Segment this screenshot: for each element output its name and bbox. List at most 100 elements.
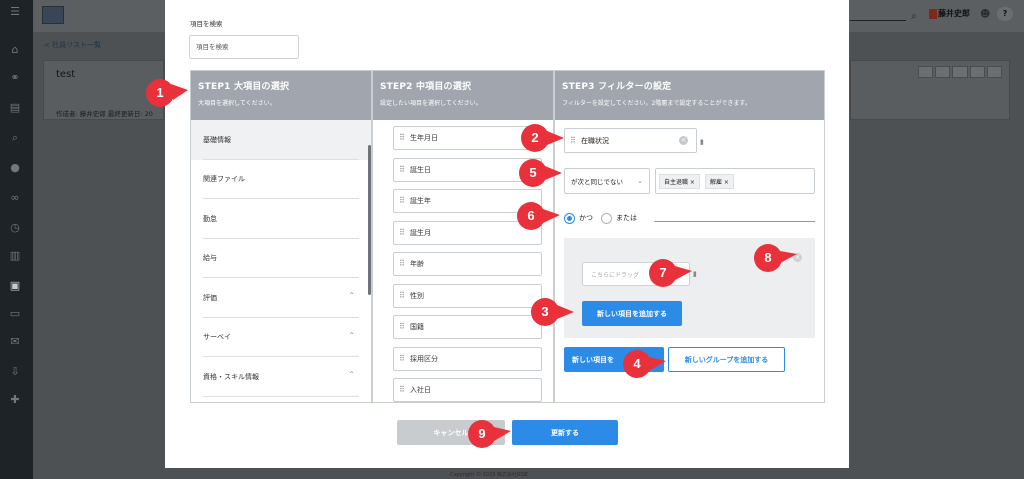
field-item[interactable]: ⠿ 採用区分 [393,346,542,371]
category-item[interactable]: サーベイ ⌃ [191,318,371,357]
clear-icon[interactable]: × [679,136,688,145]
field-item[interactable]: ⠿ 年齢 [393,252,542,276]
step3-title: STEP3 フィルターの設定 [562,82,672,92]
tool-button[interactable] [969,66,985,78]
clock-icon[interactable]: ◷ [8,222,22,234]
tool-button[interactable] [952,66,968,78]
record-title: test [56,69,76,80]
annotation-marker: 2 [520,123,564,153]
drag-handle-icon[interactable]: ⠿ [570,136,576,145]
condition-value: が次と同じでない [571,178,623,186]
logic-radio-group: かつ または [564,211,637,225]
back-link[interactable]: < 社員リスト一覧 [44,40,101,50]
chat-icon[interactable]: ● [8,162,22,174]
annotation-marker: 1 [145,78,188,108]
field-item[interactable]: ⠿ 性別 [393,283,542,308]
header-search-icon[interactable]: ⌕ [911,11,917,22]
category-label: 基礎情報 [203,135,231,144]
trash-icon[interactable]: ▮ [700,138,708,146]
drag-handle-icon[interactable]: ⠿ [399,197,405,205]
drag-handle-icon[interactable]: ⠿ [399,134,405,142]
annotation-marker: 4 [622,349,666,379]
chevron-up-icon[interactable]: ⌃ [348,370,355,379]
annotation-marker: 6 [516,201,560,231]
book-icon[interactable]: ▭ [8,308,22,320]
field-item[interactable]: ⠿ 国籍 [393,315,542,339]
value-tags[interactable]: 自主退職 × 解雇 × [655,168,815,194]
drag-handle-icon[interactable]: ⠿ [399,260,405,268]
menu-icon[interactable]: ☰ [8,6,22,18]
filter-field[interactable]: ⠿ 在職状況 × [564,128,697,153]
drag-handle-icon[interactable]: ⠿ [399,354,405,363]
step2-panel: STEP2 中項目の選択 設定したい項目を選択してください。 ⠿ 生年月日 ⠿ 誕生… [372,70,554,403]
step1-header: STEP1 大項目の選択 大項目を選択してください。 [191,71,371,120]
field-label: 国籍 [410,323,424,331]
add-group-button[interactable]: 新しいグループを追加する [668,347,785,372]
step1-subtitle: 大項目を選択してください。 [198,100,276,107]
update-button[interactable]: 更新する [512,420,618,445]
tool-button[interactable] [986,66,1003,78]
field-label: 誕生月 [410,228,431,237]
category-label: サーベイ [203,333,231,342]
step2-header: STEP2 中項目の選択 設定したい項目を選択してください。 [373,71,553,120]
mail-icon[interactable]: ✉ [8,336,22,348]
trash-icon[interactable]: ▮ [693,270,701,278]
category-label: 勤怠 [203,214,217,223]
user-name[interactable]: 藤井史郎 [938,8,970,19]
category-item[interactable]: 基礎情報 [191,120,371,160]
header-search-field[interactable] [850,20,906,21]
divider [654,221,815,222]
step2-title: STEP2 中項目の選択 [380,82,472,92]
category-item[interactable]: 給与 [191,239,371,278]
drag-handle-icon[interactable]: ⠿ [399,165,405,174]
user-add-icon[interactable]: ✚ [8,394,22,406]
person-icon[interactable]: ☻ [980,9,990,20]
record-toolbar [918,66,1003,78]
chevron-up-icon[interactable]: ⌃ [348,291,355,300]
field-label: 年齢 [410,260,424,268]
drag-handle-icon[interactable]: ⠿ [399,291,405,300]
category-item[interactable]: 勤怠 [191,199,371,239]
home-icon[interactable]: ⌂ [8,44,22,56]
search-icon[interactable]: ⌕ [8,132,22,144]
category-label: 関連ファイル [203,175,245,184]
copyright: Copyright © 2023 株式会社RISE [450,472,529,478]
employee-db-icon[interactable]: ▣ [8,280,22,292]
chevron-up-icon[interactable]: ⌃ [348,331,355,340]
category-item[interactable]: 関連ファイル [191,160,371,199]
drag-handle-icon[interactable]: ⠿ [399,323,405,331]
field-item[interactable]: ⠿ 入社日 [393,378,542,402]
tool-button[interactable] [935,66,951,78]
field-label: 生年月日 [410,134,438,142]
tag[interactable]: 解雇 × [704,173,734,189]
radio-or[interactable] [601,212,612,224]
field-label: 誕生年 [410,197,431,205]
annotation-marker: 7 [648,258,692,288]
help-icon[interactable]: ? [997,7,1013,21]
category-label: 給与 [203,254,217,263]
app-logo[interactable] [42,6,64,24]
category-label: 評価 [203,293,217,302]
annotation-marker: 3 [530,297,574,327]
org-icon[interactable]: ⚭ [8,72,22,84]
tag[interactable]: 自主退職 × [659,173,700,189]
radio-and[interactable] [564,212,575,224]
category-item[interactable]: 評価 ⌃ [191,278,371,318]
record-meta: 作成者: 藤井史郎 最終更新日: 20 [56,110,153,118]
item-search-input[interactable] [189,35,299,59]
radio-or-label: または [616,214,637,222]
download-icon[interactable]: ⇩ [8,366,22,378]
add-item-in-group-button[interactable]: 新しい項目を追加する [582,301,682,326]
drag-handle-icon[interactable]: ⠿ [399,386,405,394]
tool-button[interactable] [918,66,934,78]
category-item[interactable]: 資格・スキル情報 ⌃ [191,357,371,397]
drag-handle-icon[interactable]: ⠿ [399,228,405,237]
chart-icon[interactable]: ▥ [8,250,22,262]
link-icon[interactable]: ∞ [8,192,22,204]
category-scrollbar[interactable] [368,145,371,295]
step3-header: STEP3 フィルターの設定 フィルターを設定してください。2階層まで設定するこ… [555,71,824,120]
field-label: 入社日 [410,386,431,394]
condition-select[interactable]: が次と同じでない ⌄ [564,168,650,194]
document-icon[interactable]: ▤ [8,102,22,114]
category-label: 資格・スキル情報 [203,372,259,381]
